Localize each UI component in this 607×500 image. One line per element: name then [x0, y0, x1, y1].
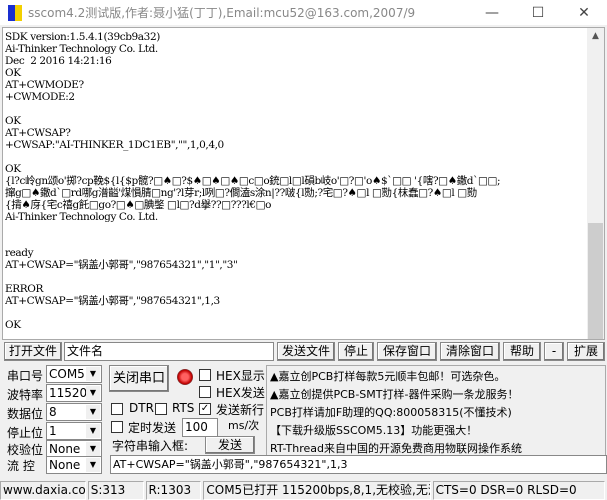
dtr-label: DTR: [129, 401, 154, 415]
receive-line: 撺g□♠鏾d`□rd哪g潽齸'煤愪腈□ng'?l芽r;l咧□?僴溘s涂n|??啵…: [5, 187, 477, 199]
receive-line: [5, 235, 585, 247]
rts-checkbox[interactable]: [155, 403, 167, 415]
minimize-button[interactable]: —: [469, 5, 515, 21]
close-port-button[interactable]: 关闭串口: [109, 365, 169, 392]
parity-label: 校验位: [7, 443, 44, 457]
port-select[interactable]: COM5 ▼: [46, 365, 102, 383]
receive-line: Ai-Thinker Technology Co. Ltd.: [5, 43, 158, 55]
receive-line: OK: [5, 163, 21, 175]
receive-line: [5, 103, 585, 115]
send-newline-label: 发送新行: [216, 403, 265, 417]
app-icon: [8, 4, 22, 21]
timed-send-label: 定时发送: [128, 421, 177, 435]
status-bar: www.daxia.com S:313 R:1303 COM5已打开 11520…: [0, 481, 607, 500]
receive-line: AT+CWSAP="锅盖小郭哥","987654321","1","3": [5, 259, 238, 271]
close-button[interactable]: ✕: [561, 5, 607, 21]
clear-window-button[interactable]: 清除窗口: [440, 342, 500, 361]
send-input[interactable]: AT+CWSAP="锅盖小郭哥","987654321",1,3: [110, 455, 607, 474]
string-input-label: 字符串输入框:: [112, 439, 189, 453]
port-value: COM5: [49, 367, 85, 381]
receive-line: {揹♠庌{宅c禧g飥□go?□♠□腆鐅 □l□?d擧??□???l€□o: [5, 199, 272, 211]
receive-line: OK: [5, 115, 21, 127]
ad-link[interactable]: PCB打样请加F助理的QQ:800058315(不懂技术): [270, 404, 602, 422]
collapse-button[interactable]: -: [544, 342, 564, 361]
save-window-button[interactable]: 保存窗口: [377, 342, 437, 361]
data-bits-select[interactable]: 8 ▼: [46, 403, 102, 421]
data-bits-value: 8: [49, 405, 57, 419]
receive-line: OK: [5, 319, 21, 331]
open-file-button[interactable]: 打开文件: [4, 342, 62, 361]
status-sent: S:313: [87, 481, 144, 500]
ad-link[interactable]: ▲嘉立创PCB打样每款5元顺丰包邮！可选杂色。: [270, 368, 602, 386]
hex-display-checkbox[interactable]: [199, 369, 211, 381]
chevron-down-icon: ▼: [86, 458, 100, 472]
ad-panel: ▲嘉立创PCB打样每款5元顺丰包邮！可选杂色。 ▲嘉立创提供PCB-SMT打样-…: [266, 365, 606, 458]
receive-line: +CWMODE:2: [5, 91, 75, 103]
chevron-down-icon: ▼: [86, 424, 100, 438]
receive-line: AT+CWSAP="锅盖小郭哥","987654321",1,3: [5, 295, 220, 307]
stop-bits-label: 停止位: [7, 426, 44, 440]
data-bits-label: 数据位: [7, 407, 44, 421]
window-title: sscom4.2测试版,作者:聂小猛(丁丁),Email:mcu52@163.c…: [28, 6, 416, 20]
send-button[interactable]: 发送: [205, 436, 255, 454]
receive-line: [5, 151, 585, 163]
title-bar: sscom4.2测试版,作者:聂小猛(丁丁),Email:mcu52@163.c…: [0, 0, 607, 25]
interval-input[interactable]: 100: [182, 418, 218, 437]
ad-link[interactable]: 【下载升级版SSCOM5.13】功能更强大！: [270, 422, 602, 440]
baud-label: 波特率: [7, 388, 44, 402]
receive-line: ERROR: [5, 283, 43, 295]
vertical-scrollbar[interactable]: ▲: [587, 28, 604, 339]
flow-value: None: [49, 458, 81, 472]
receive-line: ready: [5, 247, 34, 259]
expand-button[interactable]: 扩展: [567, 342, 605, 361]
receive-line: +CWSAP:"AI-THINKER_1DC1EB","",1,0,4,0: [5, 139, 224, 151]
send-newline-checkbox[interactable]: ✓: [199, 403, 211, 415]
hex-send-checkbox[interactable]: [199, 386, 211, 398]
chevron-down-icon: ▼: [86, 386, 100, 400]
scroll-up-icon[interactable]: ▲: [587, 28, 604, 45]
receive-line: AT+CWMODE?: [5, 79, 84, 91]
receive-line: [5, 307, 585, 319]
stop-bits-value: 1: [49, 424, 57, 438]
send-file-button[interactable]: 发送文件: [277, 342, 335, 361]
receive-line: [5, 223, 585, 235]
rts-label: RTS: [172, 401, 195, 415]
receive-line: OK: [5, 67, 21, 79]
receive-line: Ai-Thinker Technology Co. Ltd.: [5, 211, 158, 223]
status-site[interactable]: www.daxia.com: [0, 481, 86, 500]
baud-select[interactable]: 115200 ▼: [46, 384, 102, 402]
dtr-checkbox[interactable]: [111, 403, 123, 415]
receive-line: Dec 2 2016 14:21:16: [5, 55, 112, 67]
status-port: COM5已打开 115200bps,8,1,无校验,无流控: [203, 481, 431, 500]
receive-area[interactable]: SDK version:1.5.4.1(39cb9a32) Ai-Thinker …: [2, 27, 605, 340]
maximize-button[interactable]: ☐: [515, 5, 561, 21]
help-button[interactable]: 帮助: [503, 342, 541, 361]
parity-value: None: [49, 442, 81, 456]
receive-line: SDK version:1.5.4.1(39cb9a32): [5, 31, 160, 43]
timed-send-checkbox[interactable]: [111, 421, 123, 433]
status-lines: CTS=0 DSR=0 RLSD=0: [432, 481, 606, 500]
port-status-led-icon: [177, 369, 193, 385]
receive-line: {l?c岭gn颂o'掷?cp鞔${l{$p髋?□♠□?$♠□♠□♠□c□o銃□l…: [5, 175, 501, 187]
hex-send-label: HEX发送: [216, 386, 265, 400]
receive-line: [5, 271, 585, 283]
ad-link[interactable]: ▲嘉立创提供PCB-SMT打样-器件采购一条龙服务！: [270, 386, 602, 404]
file-name-input[interactable]: 文件名: [64, 342, 274, 361]
status-received: R:1303: [145, 481, 202, 500]
stop-bits-select[interactable]: 1 ▼: [46, 422, 102, 440]
stop-button[interactable]: 停止: [338, 342, 374, 361]
chevron-down-icon: ▼: [86, 367, 100, 381]
receive-text: SDK version:1.5.4.1(39cb9a32) Ai-Thinker …: [5, 31, 585, 331]
scroll-thumb[interactable]: [588, 223, 603, 339]
port-label: 串口号: [7, 369, 44, 383]
flow-select[interactable]: None ▼: [46, 456, 102, 474]
interval-unit-label: ms/次: [228, 419, 260, 432]
chevron-down-icon: ▼: [86, 442, 100, 456]
receive-line: AT+CWSAP?: [5, 127, 71, 139]
hex-display-label: HEX显示: [216, 369, 265, 383]
flow-label: 流 控: [7, 459, 35, 473]
chevron-down-icon: ▼: [86, 405, 100, 419]
